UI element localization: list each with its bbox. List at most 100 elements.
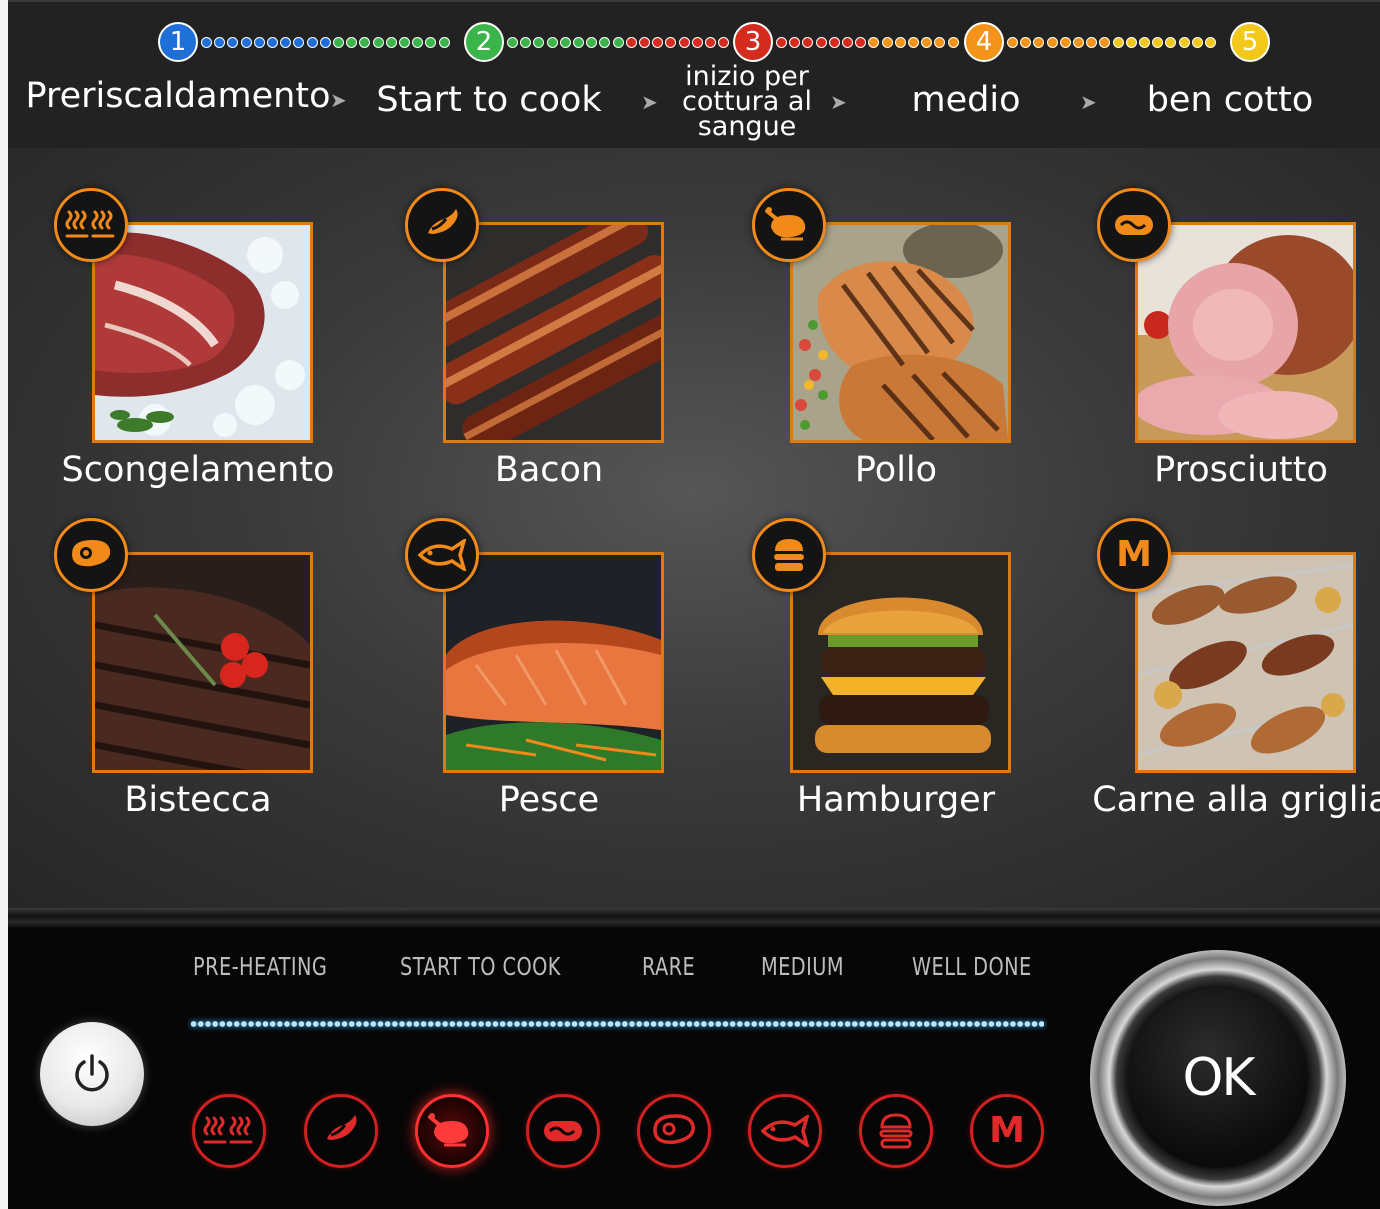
step-3-badge: 3 bbox=[733, 22, 773, 62]
manual-key[interactable]: M bbox=[970, 1094, 1044, 1168]
manual-icon: M bbox=[1097, 518, 1171, 592]
burger-photo bbox=[790, 552, 1011, 773]
program-label-fish: Pesce bbox=[498, 780, 600, 820]
bacon-key[interactable] bbox=[304, 1094, 378, 1168]
bacon-photo bbox=[443, 222, 664, 443]
step-dot bbox=[921, 37, 933, 48]
step-dot bbox=[306, 37, 318, 48]
step-dot bbox=[412, 37, 424, 48]
step-dot bbox=[842, 37, 853, 48]
power-icon bbox=[75, 1054, 109, 1092]
step-dot bbox=[1046, 37, 1058, 48]
step-dot bbox=[372, 37, 384, 48]
step-dot bbox=[934, 37, 946, 48]
step-dot bbox=[1165, 37, 1177, 48]
chicken-icon bbox=[428, 1113, 469, 1147]
step-dot bbox=[908, 37, 919, 48]
chicken-icon bbox=[752, 188, 826, 262]
program-card-manual[interactable]: M Carne alla griglia bbox=[1092, 478, 1380, 820]
program-label-manual: Carne alla griglia bbox=[1092, 780, 1380, 820]
step-dot bbox=[227, 37, 239, 48]
step-dot bbox=[625, 37, 637, 48]
fish-photo bbox=[443, 552, 664, 773]
arrow-right-icon: ➤ bbox=[330, 88, 347, 112]
step-dot bbox=[559, 37, 571, 48]
step-2-badge: 2 bbox=[464, 22, 504, 62]
step-dot bbox=[776, 37, 787, 48]
status-label-well-done: WELL DONE bbox=[912, 952, 1032, 981]
program-card-sausage[interactable]: Prosciutto bbox=[1097, 148, 1380, 490]
cooking-progress-indicator bbox=[190, 1020, 1044, 1028]
arrow-right-icon: ➤ bbox=[641, 90, 658, 114]
step-dot bbox=[815, 37, 827, 48]
burger-icon bbox=[879, 1113, 913, 1149]
step-dot bbox=[868, 37, 880, 48]
step-dot bbox=[802, 37, 814, 48]
burger-key[interactable] bbox=[859, 1094, 933, 1168]
step-dot bbox=[438, 37, 450, 48]
status-label-medium: MEDIUM bbox=[761, 952, 844, 981]
step-4-label: medio bbox=[911, 80, 1021, 120]
bacon-icon bbox=[405, 188, 479, 262]
steak-icon bbox=[54, 518, 128, 592]
burger-icon bbox=[752, 518, 826, 592]
panel-divider bbox=[8, 908, 1380, 928]
power-button[interactable] bbox=[40, 1022, 144, 1126]
ok-button[interactable]: OK bbox=[1128, 988, 1308, 1168]
step-5-label: ben cotto bbox=[1146, 80, 1314, 120]
step-dot bbox=[319, 37, 331, 48]
steak-icon bbox=[653, 1114, 695, 1144]
step-dot bbox=[828, 37, 840, 48]
step-dot bbox=[586, 37, 598, 48]
step-dot bbox=[240, 37, 252, 48]
step-5-badge: 5 bbox=[1230, 22, 1270, 62]
program-card-defrost[interactable]: Scongelamento bbox=[54, 148, 374, 490]
step-dot bbox=[359, 37, 371, 48]
chicken-key[interactable] bbox=[415, 1094, 489, 1168]
step-dot bbox=[718, 37, 730, 48]
step-dot bbox=[346, 37, 358, 48]
program-label-burger: Hamburger bbox=[796, 780, 996, 820]
step-4-badge: 4 bbox=[964, 22, 1004, 62]
program-card-burger[interactable]: Hamburger bbox=[752, 478, 1072, 820]
step-dot bbox=[1178, 37, 1190, 48]
step-dot bbox=[1139, 37, 1150, 48]
step-dot bbox=[385, 37, 397, 48]
defrost-icon bbox=[203, 1116, 253, 1144]
step-dot bbox=[1007, 37, 1018, 48]
program-card-bacon[interactable]: Bacon bbox=[405, 148, 725, 490]
step-3-label: inizio per cottura al sangue bbox=[682, 61, 812, 142]
defrost-key[interactable] bbox=[192, 1094, 266, 1168]
step-dot bbox=[1125, 37, 1137, 48]
steak-key[interactable] bbox=[637, 1094, 711, 1168]
step-dot bbox=[855, 37, 867, 48]
step-dot bbox=[599, 37, 611, 48]
step-dot bbox=[789, 37, 801, 48]
defrost-icon bbox=[54, 188, 128, 262]
program-card-chicken[interactable]: Pollo bbox=[752, 148, 1072, 490]
step-dot bbox=[280, 37, 292, 48]
step-dot bbox=[1191, 37, 1203, 48]
step-dot bbox=[214, 37, 226, 48]
step-dot bbox=[665, 37, 677, 48]
ok-knob[interactable]: OK bbox=[1090, 950, 1346, 1206]
program-card-steak[interactable]: Bistecca bbox=[54, 478, 374, 820]
program-card-fish[interactable]: Pesce bbox=[405, 478, 725, 820]
step-dot bbox=[507, 37, 518, 48]
step-1-badge: 1 bbox=[158, 22, 198, 62]
step-dot bbox=[399, 37, 410, 48]
step-dot bbox=[1059, 37, 1071, 48]
fish-key[interactable] bbox=[748, 1094, 822, 1168]
step-dot bbox=[546, 37, 558, 48]
step-2-label: Start to cook bbox=[376, 80, 602, 120]
step-dot bbox=[333, 37, 344, 48]
step-dot bbox=[894, 37, 906, 48]
step-dot bbox=[425, 37, 437, 48]
manual-icon: M bbox=[989, 1110, 1025, 1151]
step-dot bbox=[520, 37, 532, 48]
defrost-photo bbox=[92, 222, 313, 443]
arrow-right-icon: ➤ bbox=[1080, 90, 1097, 114]
sausage-key[interactable] bbox=[526, 1094, 600, 1168]
fish-icon bbox=[760, 1115, 810, 1147]
ham-photo bbox=[1135, 222, 1356, 443]
